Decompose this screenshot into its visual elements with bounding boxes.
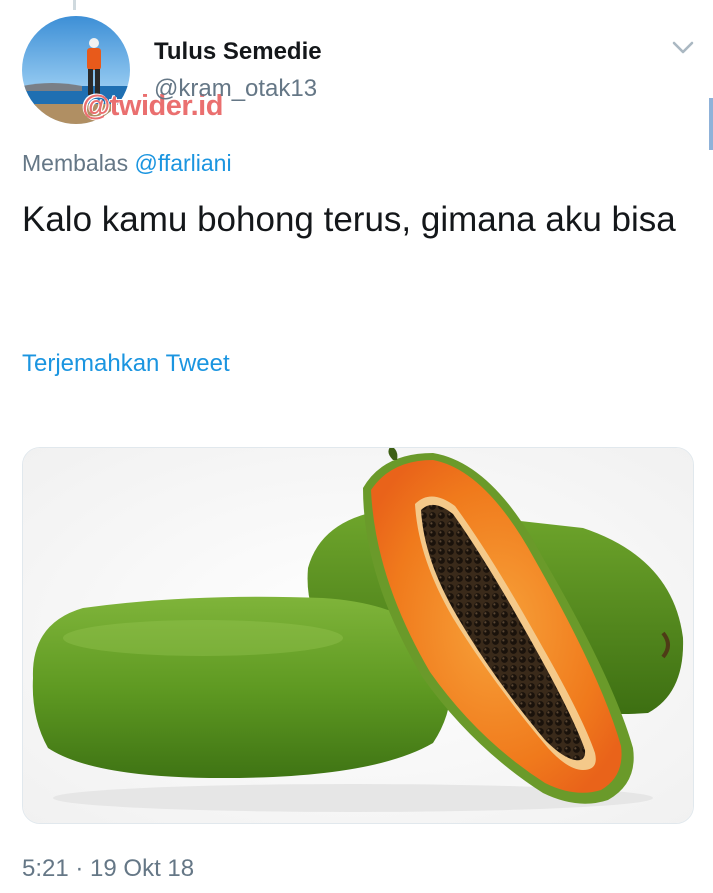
reply-context: Membalas @ffarliani — [22, 150, 232, 177]
papaya-image — [23, 448, 693, 823]
reply-prefix: Membalas — [22, 150, 135, 176]
author-display-name[interactable]: Tulus Semedie — [154, 38, 322, 66]
tweet-timestamp[interactable]: 5:21 · 19 Okt 18 — [22, 855, 194, 883]
tweet-media-photo[interactable] — [22, 447, 694, 824]
tweet-text: Kalo kamu bohong terus, gimana aku bisa — [22, 200, 676, 239]
author-handle[interactable]: @kram_otak13 — [154, 75, 317, 103]
scrollbar[interactable] — [709, 98, 713, 150]
translate-tweet-link[interactable]: Terjemahkan Tweet — [22, 350, 230, 378]
thread-connector — [73, 0, 76, 10]
chevron-down-icon[interactable] — [668, 32, 698, 62]
reply-mention-link[interactable]: @ffarliani — [134, 150, 231, 176]
